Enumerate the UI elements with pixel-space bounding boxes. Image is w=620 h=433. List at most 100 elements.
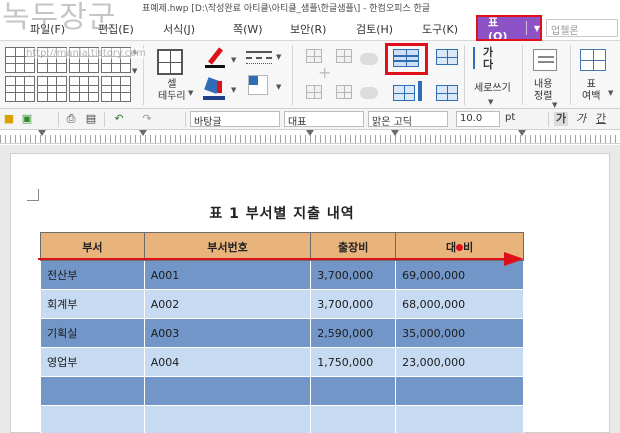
table-style-thumb-4[interactable] — [37, 76, 67, 102]
vertical-text-arrow-icon[interactable] — [473, 47, 479, 69]
chevron-down-icon[interactable]: ▼ — [488, 98, 493, 106]
header-travel[interactable]: 출장비 — [310, 232, 397, 261]
undo-icon[interactable]: ↶ — [112, 112, 126, 126]
content-align-label[interactable]: 내용 정렬 — [534, 79, 552, 103]
insert-row-above-icon[interactable] — [306, 49, 322, 63]
menu-tools[interactable]: 도구(K) — [422, 21, 458, 37]
table-margin-icon[interactable] — [580, 49, 606, 71]
eraser-icon[interactable] — [360, 53, 378, 65]
cell-shade-icon[interactable] — [248, 75, 268, 95]
header-code[interactable]: 부서번호 — [143, 232, 312, 261]
insert-col-left-icon[interactable] — [306, 85, 322, 99]
table-cell[interactable]: 전산부 — [40, 260, 145, 290]
table-margin-label[interactable]: 표 여백 — [582, 79, 600, 103]
ruler-indent-marker[interactable] — [38, 130, 46, 136]
ruler-column-marker[interactable] — [391, 130, 399, 136]
table-cell[interactable]: A001 — [143, 260, 312, 290]
ruler-column-marker[interactable] — [306, 130, 314, 136]
line-style-icon[interactable] — [246, 49, 272, 67]
menu-format[interactable]: 서식(J) — [163, 21, 195, 37]
table-cell[interactable] — [310, 376, 397, 406]
preview-icon[interactable]: ▤ — [84, 112, 98, 126]
table-cell[interactable]: 1,750,000 — [310, 347, 397, 377]
save-icon[interactable]: ▣ — [20, 112, 34, 126]
bold-button[interactable]: 가 — [554, 112, 568, 126]
table-style-thumb-1[interactable] — [5, 47, 35, 73]
style-select[interactable]: 바탕글 — [190, 111, 280, 127]
content-align-icon[interactable] — [533, 49, 557, 71]
cell-width-icon[interactable] — [436, 85, 458, 101]
vertical-text-label[interactable]: 세로쓰기 — [474, 83, 511, 95]
menu-edit[interactable]: 편집(E) — [98, 21, 134, 37]
redo-icon[interactable]: ↷ — [140, 112, 154, 126]
table-cell[interactable] — [143, 376, 312, 406]
table-cell[interactable] — [40, 405, 145, 433]
chevron-down-icon[interactable]: ▼ — [231, 56, 236, 64]
header-dept[interactable]: 부서 — [40, 232, 145, 261]
table-cell[interactable]: 3,700,000 — [310, 289, 397, 319]
eraser-icon[interactable] — [360, 87, 378, 99]
table-cell[interactable] — [143, 405, 312, 433]
table-cell[interactable] — [395, 376, 524, 406]
table-cell[interactable]: 3,700,000 — [310, 260, 397, 290]
print-icon[interactable]: ⎙ — [64, 112, 78, 126]
table-cell[interactable] — [395, 405, 524, 433]
scroll-up-icon[interactable]: ▲ — [132, 47, 137, 55]
menu-review[interactable]: 검토(H) — [356, 21, 393, 37]
search-input[interactable]: 업첼론 — [546, 19, 618, 37]
cell-props-icon[interactable] — [436, 49, 458, 65]
font-select[interactable]: 맑은 고딕 — [368, 111, 448, 127]
table-style-thumb-2[interactable] — [37, 47, 67, 73]
table-cell[interactable]: 영업부 — [40, 347, 145, 377]
table-cell[interactable]: 35,000,000 — [395, 318, 524, 348]
font-size-input[interactable]: 10.0 — [456, 111, 500, 127]
toolbar-separator — [58, 112, 59, 127]
table-row: 회계부 A002 3,700,000 68,000,000 — [40, 289, 524, 319]
pen-color-icon[interactable] — [203, 47, 225, 69]
chevron-down-icon[interactable]: ▼ — [534, 24, 540, 33]
chevron-down-icon[interactable]: ▼ — [276, 53, 281, 61]
table-cell[interactable] — [310, 405, 397, 433]
table-cell[interactable]: 2,590,000 — [310, 318, 397, 348]
menu-table[interactable]: 표(Q) ▼ — [476, 15, 542, 43]
ribbon-separator — [292, 45, 293, 105]
table-cell[interactable]: 회계부 — [40, 289, 145, 319]
insert-col-right-icon[interactable] — [336, 85, 352, 99]
ruler-column-marker[interactable] — [518, 130, 526, 136]
chevron-down-icon[interactable]: ▼ — [276, 83, 281, 91]
menu-file[interactable]: 파일(F) — [30, 21, 65, 37]
chevron-down-icon[interactable]: ▼ — [188, 89, 193, 97]
vertical-text-glyph: 가다 — [483, 46, 494, 71]
new-icon[interactable]: ■ — [2, 112, 16, 126]
height-equal-icon[interactable] — [418, 81, 422, 101]
italic-button[interactable]: 가 — [574, 112, 588, 126]
fill-color-icon[interactable] — [203, 77, 225, 101]
merge-cell-icon[interactable] — [393, 85, 415, 101]
ruler-column-marker[interactable] — [139, 130, 147, 136]
plus-icon[interactable]: + — [318, 65, 331, 81]
menu-security[interactable]: 보안(R) — [290, 21, 326, 37]
menu-page[interactable]: 쪽(W) — [233, 21, 263, 37]
table-cell[interactable]: A002 — [143, 289, 312, 319]
data-table[interactable]: 부서 부서번호 출장비 대비 전산부 A001 3,700,000 69,000… — [40, 232, 524, 433]
table-cell[interactable]: 23,000,000 — [395, 347, 524, 377]
language-select[interactable]: 대표 — [284, 111, 364, 127]
table-style-thumb-5[interactable] — [69, 47, 99, 73]
insert-row-below-icon[interactable] — [336, 49, 352, 63]
table-cell[interactable]: 기획실 — [40, 318, 145, 348]
underline-button[interactable]: 간 — [594, 112, 608, 126]
table-cell[interactable]: A004 — [143, 347, 312, 377]
chevron-down-icon[interactable]: ▼ — [608, 89, 613, 97]
table-style-thumb-8[interactable] — [101, 76, 131, 102]
table-cell[interactable]: A003 — [143, 318, 312, 348]
table-style-thumb-3[interactable] — [5, 76, 35, 102]
table-cell[interactable] — [40, 376, 145, 406]
table-cell[interactable]: 68,000,000 — [395, 289, 524, 319]
chevron-down-icon[interactable]: ▼ — [552, 101, 557, 109]
ruler[interactable] — [0, 130, 620, 144]
chevron-down-icon[interactable]: ▼ — [231, 86, 236, 94]
table-style-thumb-7[interactable] — [101, 47, 131, 73]
scroll-down-icon[interactable]: ▼ — [132, 67, 137, 75]
table-style-thumb-6[interactable] — [69, 76, 99, 102]
cell-border-icon[interactable] — [157, 49, 183, 75]
